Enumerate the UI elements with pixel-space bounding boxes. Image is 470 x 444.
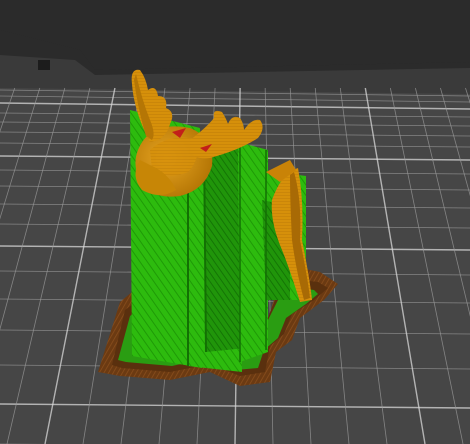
slicer-viewport[interactable] [0,0,470,444]
bed-back-frame [0,0,470,70]
print-preview-scene[interactable] [0,0,470,444]
bed-clip [38,60,50,70]
